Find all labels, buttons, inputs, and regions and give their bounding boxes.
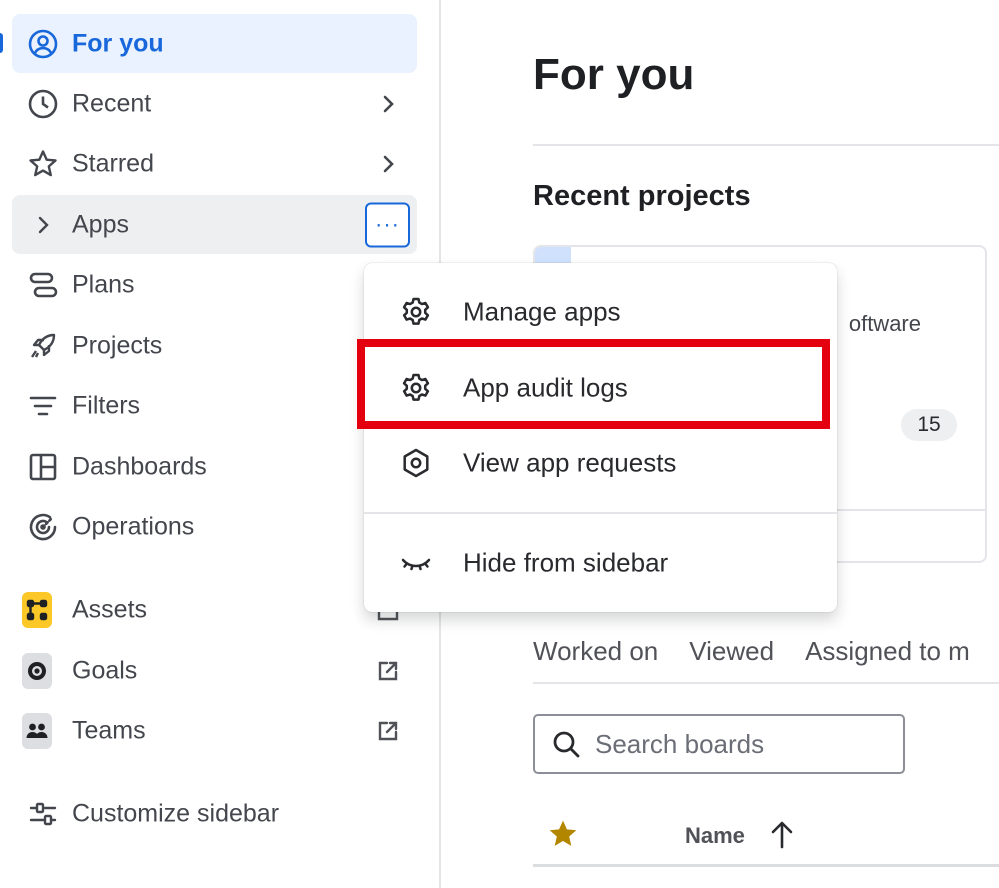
star-icon: [28, 149, 58, 179]
sidebar-item-label: Customize sidebar: [72, 799, 280, 827]
name-column-header[interactable]: Name: [685, 823, 745, 849]
sidebar-item-label: Projects: [72, 331, 163, 359]
menu-item-label: Hide from sidebar: [463, 547, 669, 578]
app-root: For you Recent Starred Apps ··· Plans Pr…: [0, 0, 999, 888]
menu-item-app-audit-logs[interactable]: App audit logs: [364, 357, 837, 419]
menu-item-view-app-requests[interactable]: View app requests: [364, 432, 837, 494]
sidebar-item-filters[interactable]: Filters: [12, 376, 417, 435]
sidebar-item-for-you[interactable]: For you: [12, 14, 417, 73]
arrow-up-icon[interactable]: [768, 820, 796, 855]
page-title: For you: [533, 50, 695, 99]
operations-icon: [28, 512, 58, 542]
sidebar-item-starred[interactable]: Starred: [12, 134, 417, 193]
divider: [533, 144, 999, 146]
menu-divider: [364, 512, 837, 514]
tab-assigned-to-me[interactable]: Assigned to m: [805, 636, 970, 667]
customize-icon: [28, 799, 58, 829]
goals-icon: [22, 652, 52, 689]
sidebar-item-label: For you: [72, 29, 164, 57]
menu-item-label: App audit logs: [463, 372, 628, 403]
external-link-icon[interactable]: [375, 718, 401, 744]
sidebar-item-label: Filters: [72, 391, 141, 419]
search-boards-input[interactable]: [595, 728, 885, 760]
sidebar-item-assets[interactable]: Assets: [12, 580, 417, 639]
filter-icon: [28, 391, 58, 421]
chevron-right-icon[interactable]: [28, 210, 58, 240]
external-link-icon[interactable]: [375, 658, 401, 684]
sidebar-item-label: Apps: [72, 210, 129, 238]
table-header: Name: [533, 812, 999, 868]
table-header-divider: [533, 864, 999, 867]
sidebar-item-label: Assets: [72, 595, 148, 623]
sidebar-item-label: Teams: [72, 716, 146, 744]
sidebar-item-label: Dashboards: [72, 452, 207, 480]
teams-icon: [22, 712, 52, 749]
hexagon-icon: [400, 447, 432, 479]
menu-item-label: View app requests: [463, 447, 677, 478]
gear-icon: [400, 372, 432, 404]
menu-item-label: Manage apps: [463, 296, 621, 327]
sidebar-item-customize[interactable]: Customize sidebar: [12, 784, 417, 843]
sidebar-item-recent[interactable]: Recent: [12, 74, 417, 133]
sidebar-item-apps[interactable]: Apps ···: [12, 195, 417, 254]
search-boards-field[interactable]: [533, 714, 905, 774]
work-tabs: Worked on Viewed Assigned to m: [533, 636, 970, 667]
apps-more-menu: Manage apps App audit logs View app requ…: [364, 263, 837, 612]
tab-viewed[interactable]: Viewed: [689, 636, 774, 667]
sidebar-item-label: Operations: [72, 512, 195, 540]
menu-item-hide-from-sidebar[interactable]: Hide from sidebar: [364, 532, 837, 594]
gear-icon: [400, 296, 432, 328]
sidebar-item-goals[interactable]: Goals: [12, 641, 417, 700]
dashboard-icon: [28, 452, 58, 482]
plans-icon: [28, 270, 58, 300]
person-circle-icon: [28, 29, 58, 59]
sidebar-item-label: Goals: [72, 656, 138, 684]
sidebar-item-teams[interactable]: Teams: [12, 701, 417, 760]
menu-item-manage-apps[interactable]: Manage apps: [364, 281, 837, 343]
sidebar-item-plans[interactable]: Plans: [12, 255, 417, 314]
star-column-icon[interactable]: [547, 818, 579, 855]
project-subtitle: oftware: [848, 311, 921, 336]
recent-projects-heading: Recent projects: [533, 180, 751, 212]
chevron-right-icon[interactable]: [375, 151, 401, 177]
active-indicator: [0, 33, 3, 53]
clock-icon: [28, 89, 58, 119]
sidebar-item-projects[interactable]: Projects: [12, 316, 417, 375]
sidebar-item-dashboards[interactable]: Dashboards: [12, 437, 417, 496]
sidebar-item-operations[interactable]: Operations: [12, 497, 417, 556]
chevron-right-icon[interactable]: [375, 91, 401, 117]
search-icon: [553, 731, 580, 758]
tabs-divider: [533, 682, 999, 684]
issue-count-badge[interactable]: 15: [901, 409, 957, 441]
sidebar-item-label: Starred: [72, 149, 154, 177]
assets-icon: [22, 591, 52, 628]
sidebar-item-label: Recent: [72, 89, 152, 117]
tab-worked-on[interactable]: Worked on: [533, 636, 658, 667]
rocket-icon: [28, 331, 58, 361]
sidebar-item-label: Plans: [72, 270, 135, 298]
eye-closed-icon: [400, 547, 432, 579]
more-actions-button[interactable]: ···: [365, 202, 410, 247]
